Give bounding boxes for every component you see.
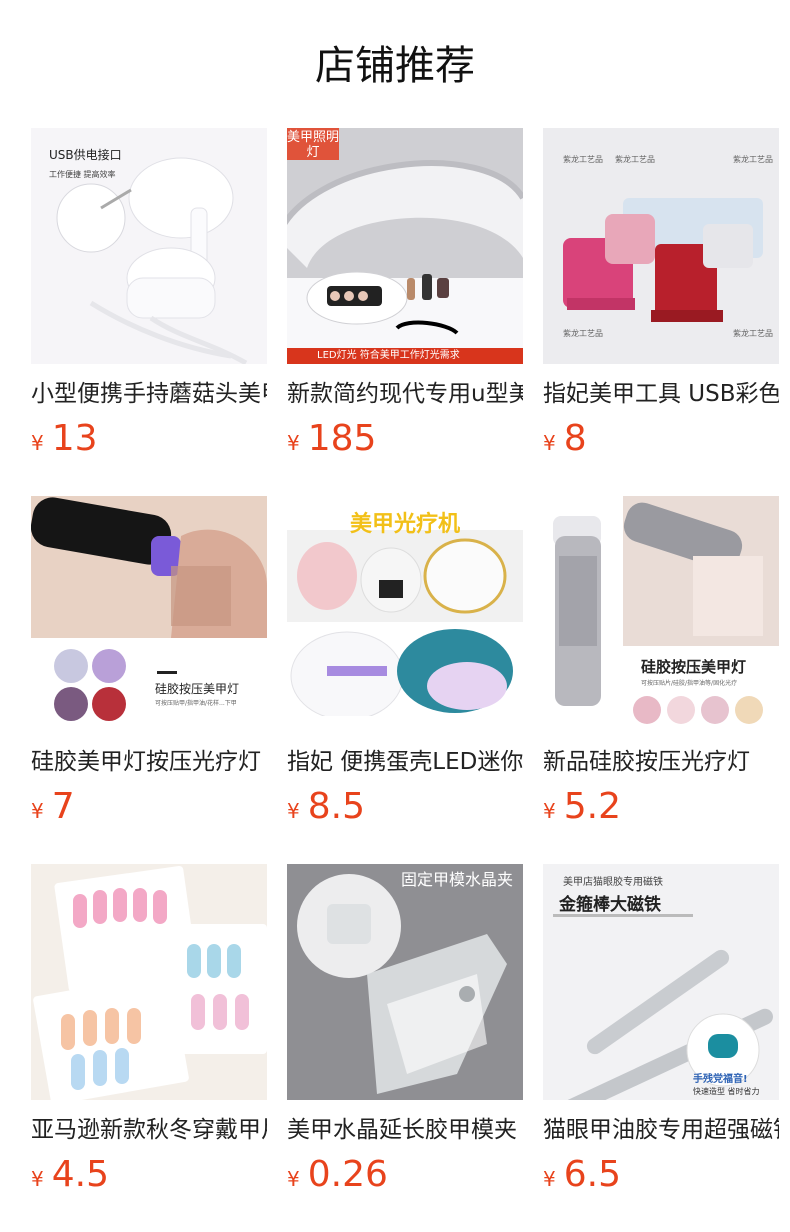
product-name[interactable]: 硅胶美甲灯按压光疗灯 — [31, 747, 267, 777]
currency-symbol: ¥ — [287, 1167, 300, 1191]
product-name[interactable]: 指妃 便携蛋壳LED迷你美甲灯 — [287, 747, 523, 777]
product-card[interactable]: 美甲店猫眼胶专用磁铁 金箍棒大磁铁 手残党福音! 快速造型 省时省力 猫眼甲油胶… — [543, 864, 779, 1227]
image-caption: 硅胶按压美甲灯 — [155, 682, 240, 696]
product-card[interactable]: 硅胶按压美甲灯 可按压贴甲/指甲油/花样...下甲 硅胶美甲灯按压光疗灯 ¥7 — [31, 496, 267, 859]
recommend-page: 店铺推荐 USB供电接口 工作便捷 提高效率 小型便携手持蘑菇头美甲灯 — [0, 0, 790, 1232]
product-price: ¥185 — [287, 419, 523, 459]
currency-symbol: ¥ — [543, 431, 556, 455]
silver-lamp-illustration — [553, 496, 779, 724]
product-price: ¥5.2 — [543, 787, 779, 827]
product-image-mushroom-lamp[interactable]: USB供电接口 工作便捷 提高效率 — [31, 128, 267, 364]
product-price: ¥7 — [31, 787, 267, 827]
product-card[interactable]: 硅胶按压美甲灯 可按压贴片/硅胶/指甲油等/固化光疗 新品硅胶按压光疗灯 ¥5.… — [543, 496, 779, 859]
product-name[interactable]: 亚马逊新款秋冬穿戴甲片 — [31, 1115, 267, 1145]
product-card[interactable]: 美甲光疗机 指妃 便携蛋壳LED迷你美甲灯 ¥8.5 — [287, 496, 523, 859]
currency-symbol: ¥ — [287, 431, 300, 455]
price-value: 4.5 — [51, 1154, 109, 1195]
product-price: ¥8 — [543, 419, 779, 459]
image-caption: 可按压贴片/硅胶/指甲油等/固化光疗 — [641, 680, 738, 687]
product-image-silver-press-lamp[interactable]: 硅胶按压美甲灯 可按压贴片/硅胶/指甲油等/固化光疗 — [543, 496, 779, 732]
product-card[interactable]: 亚马逊新款秋冬穿戴甲片 ¥4.5 — [31, 864, 267, 1227]
image-caption: 可按压贴甲/指甲油/花样...下甲 — [155, 700, 237, 707]
u-lamp-illustration — [287, 128, 523, 364]
mini-lamps-illustration — [563, 198, 763, 322]
product-card[interactable]: USB供电接口 工作便捷 提高效率 小型便携手持蘑菇头美甲灯 ¥13 — [31, 128, 267, 491]
product-name[interactable]: 新款简约现代专用u型美甲灯 — [287, 379, 523, 409]
product-price: ¥0.26 — [287, 1155, 523, 1195]
product-card[interactable]: 紫龙工艺品 紫龙工艺品 紫龙工艺品 紫龙工艺品 紫龙工艺品 指妃美甲工具 USB… — [543, 128, 779, 491]
currency-symbol: ¥ — [31, 1167, 44, 1191]
product-image-press-lamp[interactable]: 硅胶按压美甲灯 可按压贴甲/指甲油/花样...下甲 — [31, 496, 267, 732]
nails-illustration — [33, 866, 267, 1100]
price-value: 8.5 — [307, 786, 365, 827]
currency-symbol: ¥ — [543, 1167, 556, 1191]
product-name[interactable]: 美甲水晶延长胶甲模夹 — [287, 1115, 523, 1145]
price-value: 185 — [307, 418, 377, 459]
product-name[interactable]: 猫眼甲油胶专用超强磁铁 — [543, 1115, 779, 1145]
price-value: 6.5 — [563, 1154, 621, 1195]
image-headline: 美甲光疗机 — [349, 512, 460, 537]
product-image-mini-lamp[interactable]: 紫龙工艺品 紫龙工艺品 紫龙工艺品 紫龙工艺品 紫龙工艺品 — [543, 128, 779, 364]
product-price: ¥8.5 — [287, 787, 523, 827]
currency-symbol: ¥ — [543, 799, 556, 823]
mushroom-lamp-illustration — [56, 157, 248, 364]
product-name[interactable]: 指妃美甲工具 USB彩色迷你灯 — [543, 379, 779, 409]
price-value: 13 — [51, 418, 98, 459]
product-image-nail-clip[interactable]: 固定甲模水晶夹 — [287, 864, 523, 1100]
product-grid: USB供电接口 工作便捷 提高效率 小型便携手持蘑菇头美甲灯 ¥13 — [31, 128, 779, 1227]
product-image-u-lamp[interactable]: 美甲照明灯 LED灯光 符合美甲工作灯光需求 — [287, 128, 523, 364]
product-image-press-on-nails[interactable] — [31, 864, 267, 1100]
currency-symbol: ¥ — [31, 799, 44, 823]
price-value: 5.2 — [563, 786, 621, 827]
clip-illustration — [287, 864, 523, 1100]
image-banner: LED灯光 符合美甲工作灯光需求 — [287, 348, 523, 364]
product-card[interactable]: 美甲照明灯 LED灯光 符合美甲工作灯光需求 新款简约现代专用u型美甲灯 ¥18… — [287, 128, 523, 491]
product-image-egg-lamp[interactable]: 美甲光疗机 — [287, 496, 523, 732]
image-badge-sub: 快速造型 省时省力 — [693, 1087, 760, 1096]
product-price: ¥13 — [31, 419, 267, 459]
product-image-magnet-stick[interactable]: 美甲店猫眼胶专用磁铁 金箍棒大磁铁 手残党福音! 快速造型 省时省力 — [543, 864, 779, 1100]
product-card[interactable]: 固定甲模水晶夹 美甲水晶延长胶甲模夹 ¥0.26 — [287, 864, 523, 1227]
image-caption: 硅胶按压美甲灯 — [641, 658, 747, 676]
price-value: 0.26 — [307, 1154, 388, 1195]
image-caption: 固定甲模水晶夹 — [400, 870, 513, 889]
product-name[interactable]: 新品硅胶按压光疗灯 — [543, 747, 779, 777]
image-tag: 美甲照明灯 — [287, 128, 340, 160]
price-value: 7 — [51, 786, 75, 827]
product-price: ¥6.5 — [543, 1155, 779, 1195]
currency-symbol: ¥ — [31, 431, 44, 455]
currency-symbol: ¥ — [287, 799, 300, 823]
page-title: 店铺推荐 — [315, 43, 475, 89]
image-badge: 手残党福音! — [693, 1074, 748, 1085]
price-value: 8 — [563, 418, 587, 459]
product-price: ¥4.5 — [31, 1155, 267, 1195]
magnet-illustration — [553, 914, 773, 1100]
product-name[interactable]: 小型便携手持蘑菇头美甲灯 — [31, 379, 267, 409]
